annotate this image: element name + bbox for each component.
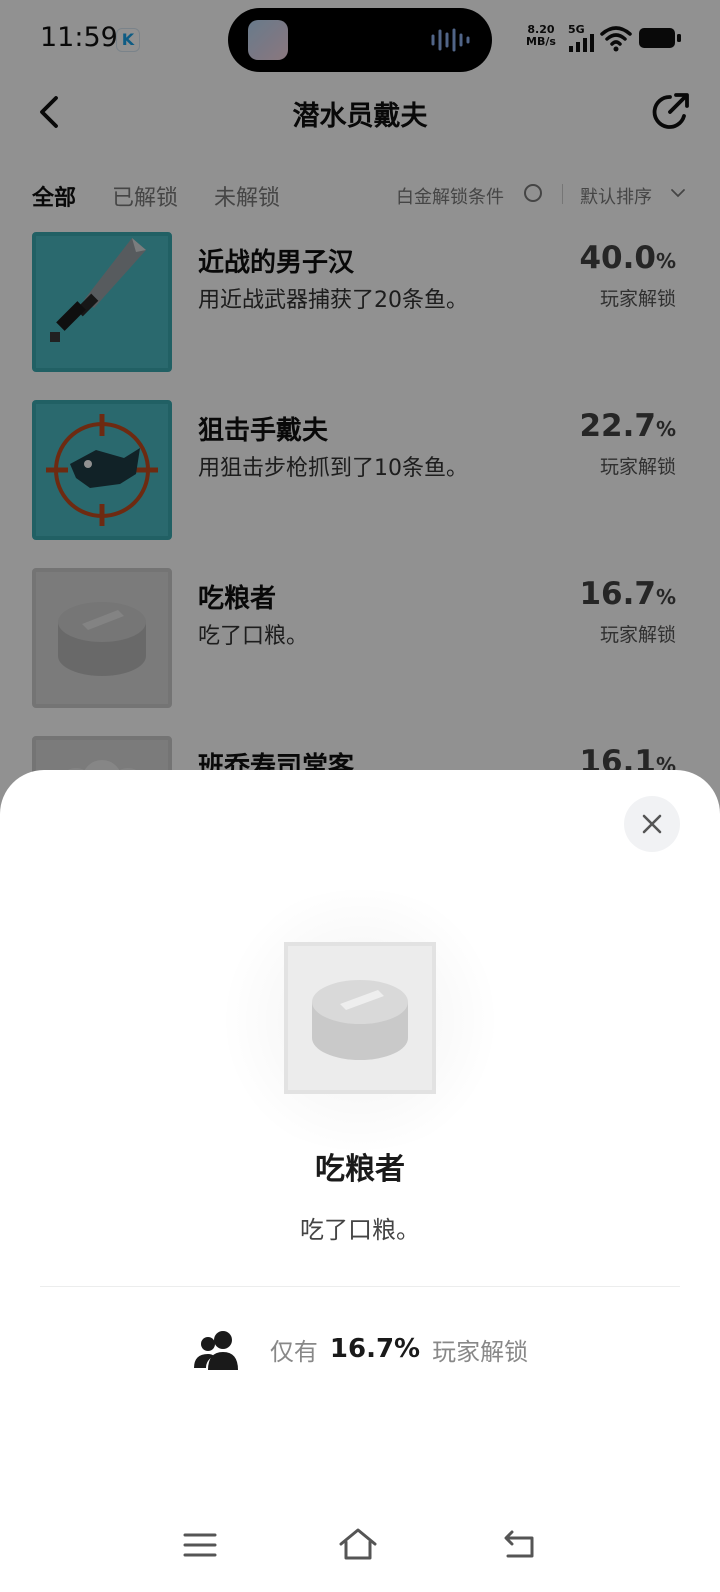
menu-icon[interactable] (182, 1530, 218, 1560)
stat-prefix: 仅有 (269, 1337, 318, 1366)
stat-suffix: 玩家解锁 (432, 1337, 529, 1366)
stat-value: 16.7% (329, 1334, 421, 1364)
unlock-stat: 仅有 16.7% 玩家解锁 (0, 1328, 720, 1376)
ration-can-icon (284, 942, 436, 1094)
achievement-detail-sheet: 吃粮者 吃了口粮。 仅有 16.7% 玩家解锁 (0, 770, 720, 1592)
close-button[interactable] (624, 796, 680, 852)
detail-title: 吃粮者 (315, 1152, 405, 1187)
back-nav-icon[interactable] (502, 1528, 536, 1560)
system-nav-bar (0, 1520, 720, 1580)
users-icon (193, 1331, 238, 1370)
detail-desc: 吃了口粮。 (300, 1216, 420, 1244)
home-icon[interactable] (338, 1526, 378, 1562)
divider (40, 1286, 680, 1287)
close-icon (642, 814, 662, 834)
